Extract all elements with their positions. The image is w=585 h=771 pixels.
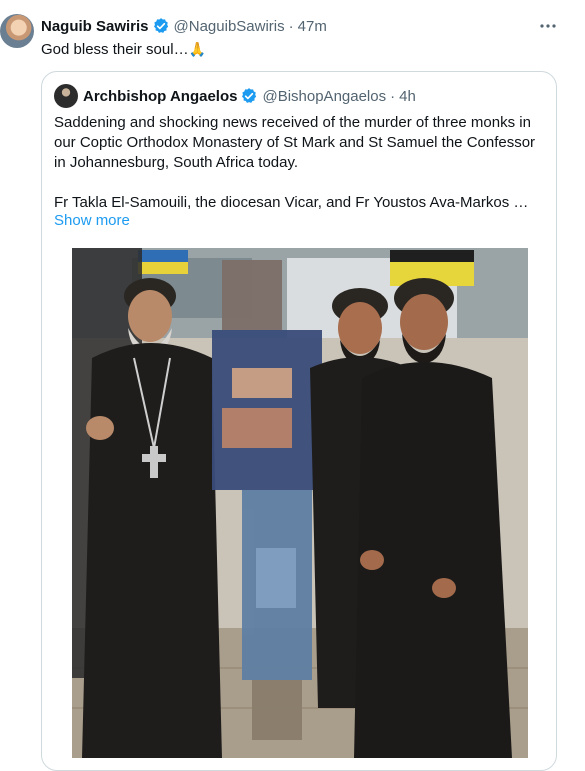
praying-hands-emoji-icon: 🙏 bbox=[188, 41, 207, 57]
author-avatar[interactable] bbox=[0, 14, 34, 48]
quoted-tweet-header: Archbishop Angaelos @BishopAngaelos · 4h bbox=[83, 85, 416, 107]
more-dots-glyph bbox=[540, 24, 556, 28]
tweet-header: Naguib Sawiris @NaguibSawiris · 47m bbox=[41, 15, 327, 37]
tweet[interactable]: Naguib Sawiris @NaguibSawiris · 47m God … bbox=[0, 0, 585, 771]
tweet-text: God bless their soul…🙏 bbox=[41, 39, 206, 60]
quoted-tweet-photo[interactable] bbox=[72, 248, 528, 758]
quoted-paragraph-1: Saddening and shocking news received of … bbox=[54, 114, 536, 171]
tweet-time[interactable]: 47m bbox=[298, 18, 327, 35]
author-handle[interactable]: @NaguibSawiris bbox=[174, 18, 285, 35]
quoted-tweet-time[interactable]: 4h bbox=[399, 88, 416, 105]
author-name[interactable]: Naguib Sawiris bbox=[41, 18, 149, 35]
quoted-tweet[interactable]: Archbishop Angaelos @BishopAngaelos · 4h… bbox=[41, 71, 557, 771]
tweet-text-body: God bless their soul… bbox=[41, 41, 189, 58]
verified-badge-icon bbox=[153, 18, 168, 33]
more-horizontal-icon[interactable] bbox=[537, 15, 559, 37]
quoted-author-name[interactable]: Archbishop Angaelos bbox=[83, 88, 237, 105]
verified-badge-icon bbox=[242, 88, 257, 103]
quoted-author-handle[interactable]: @BishopAngaelos bbox=[262, 88, 386, 105]
quoted-paragraph-2: Fr Takla El-Samouili, the diocesan Vicar… bbox=[54, 194, 529, 211]
separator-dot: · bbox=[390, 87, 396, 105]
quoted-author-avatar[interactable] bbox=[54, 84, 78, 108]
photo-illustration bbox=[72, 248, 528, 758]
quoted-tweet-text: Saddening and shocking news received of … bbox=[54, 113, 548, 213]
show-more-link[interactable]: Show more bbox=[54, 212, 130, 229]
separator-dot: · bbox=[288, 17, 294, 35]
